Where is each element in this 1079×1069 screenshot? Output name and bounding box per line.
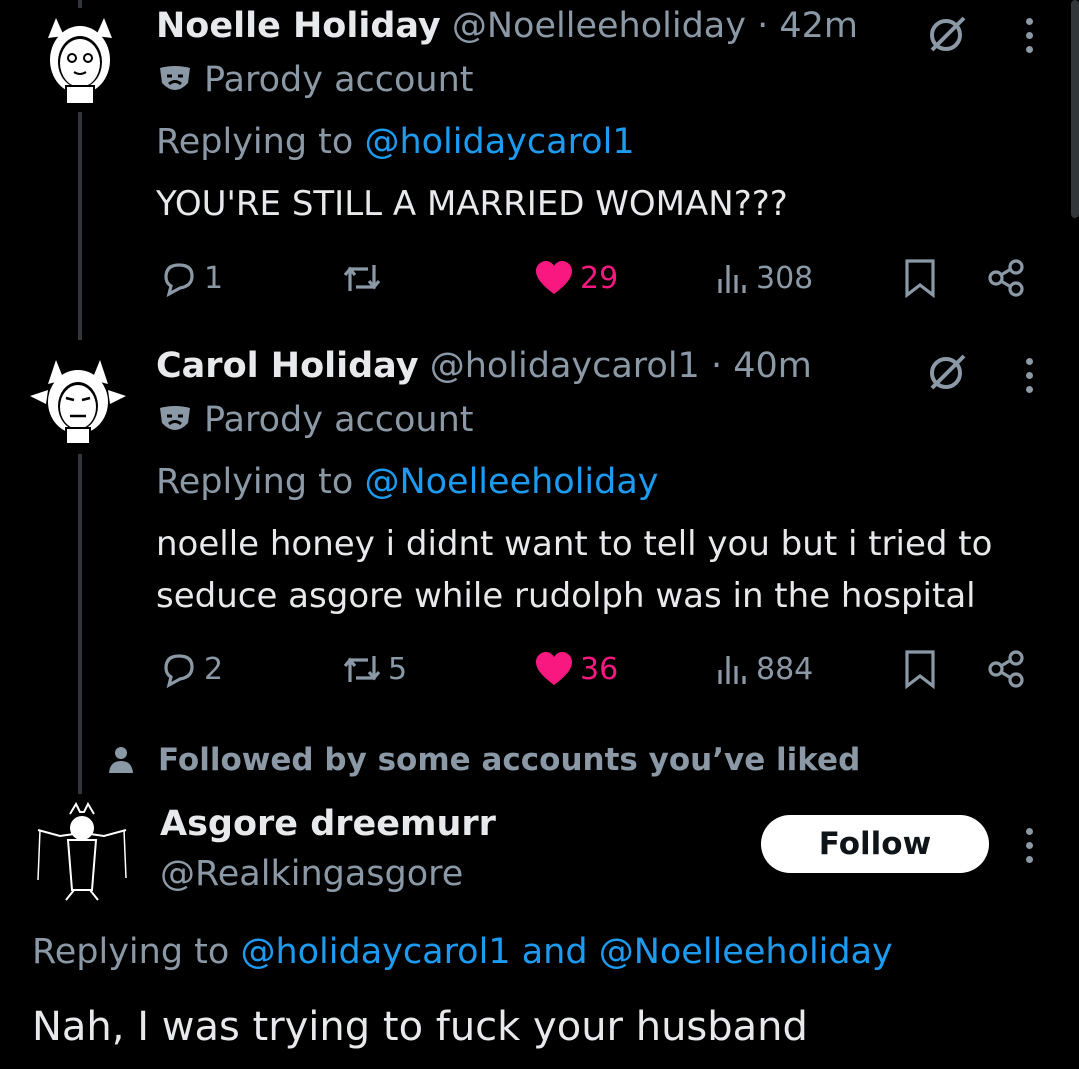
reply-count: 2 (204, 651, 224, 687)
action-bar: 1 29 308 (156, 254, 1036, 302)
views-icon (718, 656, 746, 684)
timestamp[interactable]: · 42m (757, 6, 858, 46)
parody-label: Parody account (158, 60, 474, 100)
handle[interactable]: @Realkingasgore (160, 854, 463, 894)
bookmark-button[interactable] (904, 254, 936, 302)
replying-to: Replying to @holidaycarol1 (156, 122, 635, 162)
tweet-text-line: seduce asgore while rudolph was in the h… (156, 576, 976, 616)
reply-icon (164, 654, 194, 688)
followed-text: Followed by some accounts you’ve liked (158, 742, 861, 778)
reply-button[interactable]: 2 (160, 645, 223, 693)
action-bar: 2 5 36 884 (156, 645, 1036, 693)
more-icon[interactable] (1024, 358, 1034, 393)
grok-icon[interactable] (928, 352, 968, 396)
views-icon (718, 265, 746, 293)
thread-line (78, 454, 82, 794)
person-icon (109, 747, 133, 773)
replying-to: Replying to @Noelleeholiday (156, 462, 659, 502)
more-icon[interactable] (1024, 18, 1034, 53)
heart-icon (536, 261, 572, 294)
scrollbar[interactable] (1071, 0, 1079, 218)
like-count: 29 (580, 260, 619, 296)
mention-link[interactable]: @holidaycarol1 (240, 932, 510, 972)
like-button[interactable]: 29 (534, 254, 618, 302)
tweet-header: Noelle Holiday @Noelleeholiday · 42m (156, 6, 858, 46)
display-name[interactable]: Carol Holiday (156, 346, 419, 386)
display-name[interactable]: Noelle Holiday (156, 6, 441, 46)
more-icon[interactable] (1024, 828, 1034, 863)
share-icon (988, 259, 1024, 297)
mention-separator[interactable]: and (511, 932, 599, 972)
replying-label: Replying to (156, 462, 365, 502)
repost-icon (343, 265, 381, 291)
avatar[interactable] (28, 8, 132, 112)
handle[interactable]: @Noelleeholiday (452, 6, 746, 46)
tweet-text: noelle honey i didnt want to tell you bu… (156, 518, 992, 622)
tweet-header: Carol Holiday @holidaycarol1 · 40m (156, 346, 812, 386)
replying-label: Replying to (32, 932, 241, 972)
views-button[interactable]: 308 (716, 254, 813, 302)
replying-label: Replying to (156, 122, 365, 162)
repost-button[interactable]: 5 (342, 645, 407, 693)
mention-link[interactable]: @Noelleeholiday (599, 932, 893, 972)
parody-text: Parody account (204, 400, 474, 440)
share-icon (988, 650, 1024, 688)
tweet-text: YOU'RE STILL A MARRIED WOMAN??? (156, 184, 788, 224)
repost-button[interactable] (342, 254, 388, 302)
bookmark-icon (905, 259, 935, 298)
display-name[interactable]: Asgore dreemurr (160, 804, 496, 844)
views-count: 308 (756, 260, 814, 296)
views-button[interactable]: 884 (716, 645, 813, 693)
like-button[interactable]: 36 (534, 645, 618, 693)
avatar[interactable] (30, 800, 134, 904)
handle[interactable]: @holidaycarol1 (430, 346, 700, 386)
parody-mask-icon (160, 66, 190, 90)
share-button[interactable] (986, 254, 1026, 302)
parody-label: Parody account (158, 400, 474, 440)
replying-to: Replying to @holidaycarol1 and @Noelleeh… (32, 932, 893, 972)
mention-link[interactable]: @Noelleeholiday (364, 462, 658, 502)
avatar[interactable] (26, 350, 130, 454)
reply-count: 1 (204, 260, 224, 296)
reply-button[interactable]: 1 (160, 254, 223, 302)
follow-button[interactable]: Follow (761, 815, 989, 873)
bookmark-icon (905, 650, 935, 689)
thread-line (78, 112, 82, 340)
timestamp[interactable]: · 40m (711, 346, 812, 386)
tweet-text-line: noelle honey i didnt want to tell you bu… (156, 524, 993, 564)
repost-icon (343, 656, 381, 682)
reply-icon (164, 263, 194, 297)
grok-icon[interactable] (928, 14, 968, 58)
main-tweet-text: Nah, I was trying to fuck your husband (32, 1004, 808, 1050)
repost-count: 5 (388, 651, 408, 687)
heart-icon (536, 652, 572, 685)
views-count: 884 (756, 651, 814, 687)
bookmark-button[interactable] (904, 645, 936, 693)
like-count: 36 (580, 651, 619, 687)
parody-mask-icon (160, 406, 190, 430)
followed-notice: Followed by some accounts you’ve liked (108, 742, 860, 778)
mention-link[interactable]: @holidaycarol1 (364, 122, 634, 162)
parody-text: Parody account (204, 60, 474, 100)
share-button[interactable] (986, 645, 1026, 693)
